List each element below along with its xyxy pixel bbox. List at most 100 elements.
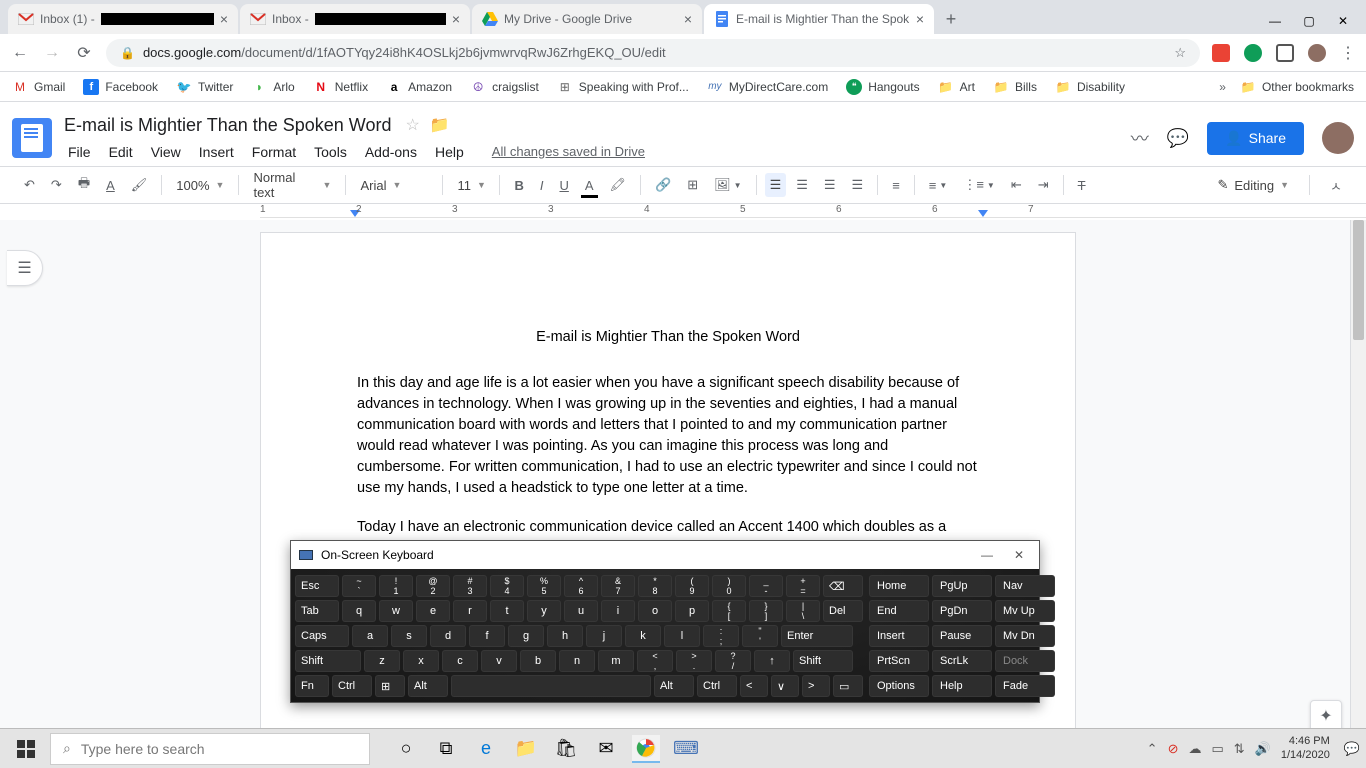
close-icon[interactable]: × (916, 11, 924, 27)
bookmark-facebook[interactable]: fFacebook (83, 79, 158, 95)
key-⊞[interactable]: ⊞ (375, 675, 405, 697)
key-Dock[interactable]: Dock (995, 650, 1055, 672)
key-x[interactable]: x (403, 650, 439, 672)
menu-insert[interactable]: Insert (191, 140, 242, 164)
fontsize-select[interactable]: 11▼ (451, 174, 491, 197)
url-input[interactable]: 🔒 docs.google.com/document/d/1fAOTYqy24i… (106, 39, 1200, 67)
move-folder-icon[interactable]: 📁 (430, 115, 450, 135)
store-icon[interactable]: 🛍 (552, 735, 580, 763)
key->[interactable]: > (802, 675, 830, 697)
tab-gdocs[interactable]: E-mail is Mightier Than the Spok × (704, 4, 934, 34)
bullet-list-button[interactable]: ⋮≡▼ (957, 173, 1001, 197)
key-<[interactable]: < (740, 675, 768, 697)
image-button[interactable]: 🖼▼ (708, 173, 747, 197)
maximize-button[interactable]: ▢ (1302, 14, 1316, 28)
tab-gmail-2[interactable]: Inbox - × (240, 4, 470, 34)
key-Fade[interactable]: Fade (995, 675, 1055, 697)
key-Del[interactable]: Del (823, 600, 863, 622)
key-} ][interactable]: }] (749, 600, 783, 622)
print-button[interactable]: 🖶 (72, 170, 96, 200)
key-Mv Up[interactable]: Mv Up (995, 600, 1055, 622)
key-? /[interactable]: ?/ (715, 650, 751, 672)
app-icon[interactable]: ⌨ (672, 735, 700, 763)
comment-button[interactable]: ⊞ (681, 173, 704, 197)
key-g[interactable]: g (508, 625, 544, 647)
bookmark-speaking[interactable]: ⊞Speaking with Prof... (557, 79, 689, 95)
bookmark-craigslist[interactable]: ☮craigslist (470, 79, 539, 95)
menu-addons[interactable]: Add-ons (357, 140, 425, 164)
decrease-indent-button[interactable]: ⇤ (1005, 173, 1028, 197)
menu-view[interactable]: View (143, 140, 189, 164)
align-left-button[interactable]: ☰ (765, 173, 787, 197)
key-⌫[interactable]: ⌫ (823, 575, 863, 597)
tab-gdrive[interactable]: My Drive - Google Drive × (472, 4, 702, 34)
key-s[interactable]: s (391, 625, 427, 647)
outline-toggle-button[interactable]: ☰ (7, 250, 43, 286)
activity-icon[interactable]: 〰 (1131, 125, 1149, 151)
key-h[interactable]: h (547, 625, 583, 647)
key-l[interactable]: l (664, 625, 700, 647)
key-< ,[interactable]: <, (637, 650, 673, 672)
key-space[interactable] (451, 675, 651, 697)
clock[interactable]: 4:46 PM 1/14/2020 (1281, 735, 1334, 761)
numbered-list-button[interactable]: ≡▼ (923, 174, 954, 197)
key-u[interactable]: u (564, 600, 598, 622)
key-o[interactable]: o (638, 600, 672, 622)
style-select[interactable]: Normal text▼ (247, 166, 337, 204)
mail-icon[interactable]: ✉ (592, 735, 620, 763)
vertical-scrollbar[interactable] (1350, 220, 1366, 744)
star-icon[interactable]: ☆ (405, 115, 419, 135)
key-p[interactable]: p (675, 600, 709, 622)
link-button[interactable]: 🔗 (649, 173, 677, 197)
key-@ 2[interactable]: @2 (416, 575, 450, 597)
key-q[interactable]: q (342, 600, 376, 622)
task-view-icon[interactable]: ⧉ (432, 735, 460, 763)
key-Insert[interactable]: Insert (869, 625, 929, 647)
key-> .[interactable]: >. (676, 650, 712, 672)
undo-button[interactable]: ↶ (18, 173, 41, 197)
key-Ctrl[interactable]: Ctrl (332, 675, 372, 697)
key-t[interactable]: t (490, 600, 524, 622)
key-ScrLk[interactable]: ScrLk (932, 650, 992, 672)
document-title[interactable]: E-mail is Mightier Than the Spoken Word (60, 113, 395, 138)
key-+ =[interactable]: += (786, 575, 820, 597)
save-status[interactable]: All changes saved in Drive (484, 140, 653, 163)
profile-avatar[interactable] (1308, 44, 1326, 62)
bold-button[interactable]: B (508, 174, 529, 197)
reload-button[interactable]: ⟳ (74, 43, 94, 63)
new-tab-button[interactable]: + (936, 4, 966, 34)
taskbar-search[interactable]: ⌕ Type here to search (50, 733, 370, 765)
other-bookmarks[interactable]: 📁Other bookmarks (1240, 79, 1354, 95)
key-Ctrl[interactable]: Ctrl (697, 675, 737, 697)
key-" '[interactable]: "' (742, 625, 778, 647)
key-_ -[interactable]: _- (749, 575, 783, 597)
key-n[interactable]: n (559, 650, 595, 672)
star-icon[interactable]: ☆ (1174, 45, 1186, 61)
menu-help[interactable]: Help (427, 140, 472, 164)
share-button[interactable]: 👤 Share (1207, 122, 1304, 155)
key-# 3[interactable]: #3 (453, 575, 487, 597)
key-PrtScn[interactable]: PrtScn (869, 650, 929, 672)
key-i[interactable]: i (601, 600, 635, 622)
close-window-button[interactable]: ✕ (1336, 14, 1350, 28)
key-Shift[interactable]: Shift (295, 650, 361, 672)
key-d[interactable]: d (430, 625, 466, 647)
key-! 1[interactable]: !1 (379, 575, 413, 597)
spellcheck-button[interactable]: A (100, 174, 121, 197)
docs-logo[interactable] (12, 118, 52, 158)
osk-titlebar[interactable]: On-Screen Keyboard — ✕ (291, 541, 1039, 569)
align-right-button[interactable]: ☰ (818, 173, 842, 197)
menu-tools[interactable]: Tools (306, 140, 355, 164)
forward-button[interactable]: → (42, 44, 62, 62)
key-e[interactable]: e (416, 600, 450, 622)
file-explorer-icon[interactable]: 📁 (512, 735, 540, 763)
align-justify-button[interactable]: ☰ (846, 173, 870, 197)
key-PgDn[interactable]: PgDn (932, 600, 992, 622)
cortana-icon[interactable]: ○ (392, 735, 420, 763)
key-$ 4[interactable]: $4 (490, 575, 524, 597)
key-Home[interactable]: Home (869, 575, 929, 597)
key-a[interactable]: a (352, 625, 388, 647)
bookmark-hangouts[interactable]: ❝Hangouts (846, 79, 919, 95)
text-color-button[interactable]: A (579, 174, 600, 197)
key-~ `[interactable]: ~` (342, 575, 376, 597)
